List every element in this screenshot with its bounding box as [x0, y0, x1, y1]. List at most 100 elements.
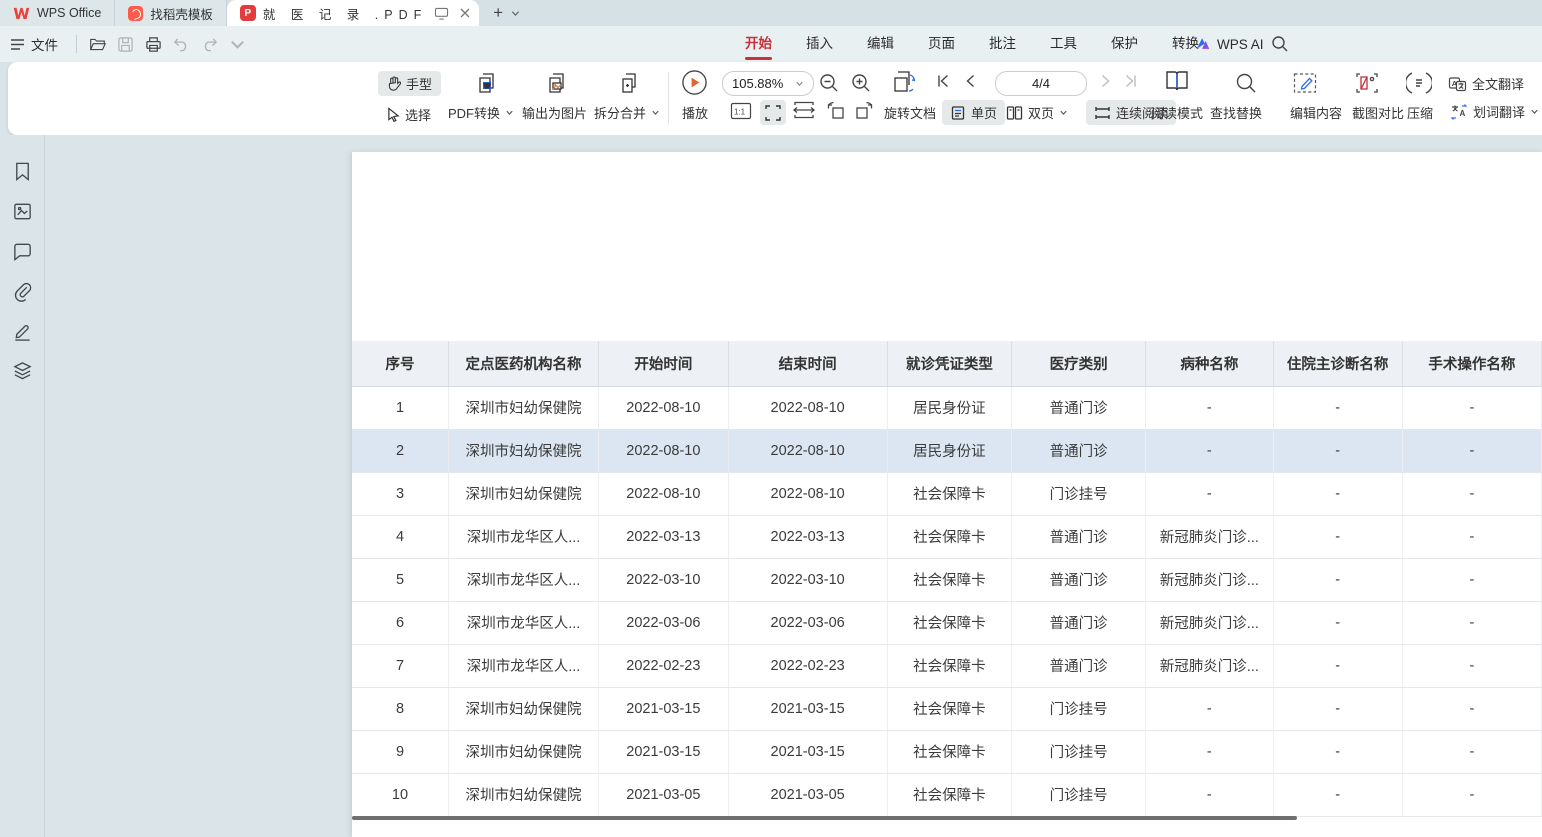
tab-label: 找稻壳模板	[150, 4, 213, 23]
table-cell: 深圳市龙华区人...	[448, 515, 598, 558]
horizontal-scrollbar[interactable]	[352, 816, 1297, 820]
zoom-in-button[interactable]	[850, 72, 872, 94]
table-body: 1深圳市妇幼保健院2022-08-102022-08-10居民身份证普通门诊--…	[352, 386, 1542, 816]
screenshot-compare-button[interactable]: 截图对比	[1352, 103, 1404, 122]
open-file-button[interactable]	[84, 31, 110, 57]
menu-item-6[interactable]: 保护	[1094, 26, 1155, 62]
tab-label: WPS Office	[37, 6, 101, 20]
find-replace-icon	[1234, 71, 1258, 95]
split-merge-button[interactable]: 拆分合并	[594, 103, 660, 122]
table-cell: 新冠肺炎门诊...	[1146, 601, 1273, 644]
layers-icon[interactable]	[12, 360, 33, 381]
ribbon-toolbar: 手型 选择 W PDF转换	[8, 62, 1542, 135]
menu-item-1[interactable]: 插入	[789, 26, 850, 62]
rotate-doc-icon	[890, 69, 918, 96]
table-cell: 普通门诊	[1011, 601, 1145, 644]
table-cell: 2022-03-06	[599, 601, 728, 644]
table-cell: 门诊挂号	[1011, 687, 1145, 730]
find-replace-button[interactable]: 查找替换	[1210, 103, 1262, 122]
screenshot-compare-icon	[1354, 71, 1380, 95]
save-button[interactable]	[112, 31, 138, 57]
comment-icon[interactable]	[12, 241, 33, 262]
hamburger-icon	[10, 38, 25, 51]
export-image-button[interactable]: 输出为图片	[522, 103, 587, 122]
table-cell: -	[1273, 687, 1402, 730]
hand-tool-button[interactable]: 手型	[378, 71, 441, 96]
first-page-button[interactable]	[936, 74, 950, 88]
full-translate-button[interactable]: A 全文翻译	[1448, 74, 1524, 93]
play-button[interactable]	[680, 69, 708, 96]
menu-item-5[interactable]: 工具	[1033, 26, 1094, 62]
rotate-left-button[interactable]	[824, 101, 846, 121]
signature-icon[interactable]	[12, 321, 33, 342]
table-header-cell-5: 医疗类别	[1011, 341, 1145, 386]
menu-item-4[interactable]: 批注	[972, 26, 1033, 62]
pdf-convert-button[interactable]: PDF转换	[448, 103, 514, 122]
table-header-cell-1: 定点医药机构名称	[448, 341, 598, 386]
cursor-icon	[387, 107, 400, 122]
wps-pdf-window: WPS Office 找稻壳模板 P 就 医 记 录 .PDF +	[0, 0, 1542, 837]
menu-item-3[interactable]: 页面	[911, 26, 972, 62]
monitor-icon[interactable]	[434, 7, 449, 20]
wps-ai-button[interactable]: WPS AI	[1195, 26, 1264, 62]
file-menu-label: 文件	[31, 34, 58, 54]
print-button[interactable]	[140, 31, 166, 57]
word-translate-button[interactable]: A 划词翻译	[1450, 102, 1539, 121]
svg-text:1:1: 1:1	[734, 108, 746, 117]
select-tool-button[interactable]: 选择	[380, 102, 438, 126]
read-mode-button[interactable]: 阅读模式	[1151, 103, 1203, 122]
zoom-level-select[interactable]: 105.88%	[722, 71, 814, 96]
window-tab-bar: WPS Office 找稻壳模板 P 就 医 记 录 .PDF +	[0, 0, 1542, 26]
export-image-icon	[524, 70, 590, 96]
next-page-button[interactable]	[1100, 74, 1112, 88]
zoom-out-button[interactable]	[818, 72, 840, 94]
close-tab-icon[interactable]	[459, 7, 471, 19]
table-cell: -	[1402, 773, 1541, 816]
attachment-icon[interactable]	[12, 281, 33, 302]
rotate-right-button[interactable]	[854, 101, 876, 121]
table-cell: 门诊挂号	[1011, 472, 1145, 515]
svg-text:W: W	[484, 84, 490, 90]
edit-content-button[interactable]: 编辑内容	[1290, 103, 1342, 122]
table-cell: -	[1402, 472, 1541, 515]
new-tab-button[interactable]: +	[493, 3, 503, 23]
table-cell: 深圳市妇幼保健院	[448, 687, 598, 730]
rotate-doc-button[interactable]: 旋转文档	[884, 103, 936, 122]
quickbar-more-chevron-icon[interactable]	[224, 31, 250, 57]
table-row-2: 2深圳市妇幼保健院2022-08-102022-08-10居民身份证普通门诊--…	[352, 429, 1542, 472]
table-cell: 新冠肺炎门诊...	[1146, 558, 1273, 601]
rotate-right-icon	[854, 101, 876, 121]
chevron-down-icon	[651, 108, 660, 117]
bookmark-icon[interactable]	[12, 161, 33, 182]
file-menu-button[interactable]: 文件	[0, 34, 70, 54]
split-merge-icon	[598, 70, 660, 96]
single-page-button[interactable]: 单页	[942, 100, 1005, 125]
table-cell: 2021-03-15	[599, 687, 728, 730]
table-cell: -	[1146, 429, 1273, 472]
thumbnail-icon[interactable]	[12, 201, 33, 222]
fit-width-button[interactable]	[792, 101, 816, 119]
menu-item-0[interactable]: 开始	[728, 26, 789, 62]
menu-search-icon[interactable]	[1270, 34, 1290, 54]
prev-page-button[interactable]	[964, 74, 976, 88]
actual-size-button[interactable]: 1:1	[730, 101, 752, 121]
menu-item-2[interactable]: 编辑	[850, 26, 911, 62]
page-number-input[interactable]: 4/4	[995, 71, 1087, 96]
last-page-button[interactable]	[1124, 74, 1138, 88]
undo-button[interactable]	[168, 31, 194, 57]
table-cell: -	[1402, 558, 1541, 601]
tab-list-chevron-icon[interactable]	[511, 9, 520, 18]
tab-wps-office[interactable]: WPS Office	[0, 0, 115, 26]
tab-docer-templates[interactable]: 找稻壳模板	[115, 0, 227, 26]
table-cell: 深圳市妇幼保健院	[448, 472, 598, 515]
tab-document[interactable]: P 就 医 记 录 .PDF	[227, 0, 479, 26]
fit-page-button[interactable]	[760, 100, 786, 125]
select-tool-label: 选择	[405, 105, 431, 124]
compress-button[interactable]: 压缩	[1407, 103, 1433, 122]
table-row-4: 4深圳市龙华区人...2022-03-132022-03-13社会保障卡普通门诊…	[352, 515, 1542, 558]
table-cell: 1	[352, 386, 448, 429]
double-page-button[interactable]: 双页	[1000, 100, 1074, 125]
redo-button[interactable]	[196, 31, 222, 57]
table-cell: 2022-02-23	[728, 644, 887, 687]
table-cell: 深圳市龙华区人...	[448, 558, 598, 601]
